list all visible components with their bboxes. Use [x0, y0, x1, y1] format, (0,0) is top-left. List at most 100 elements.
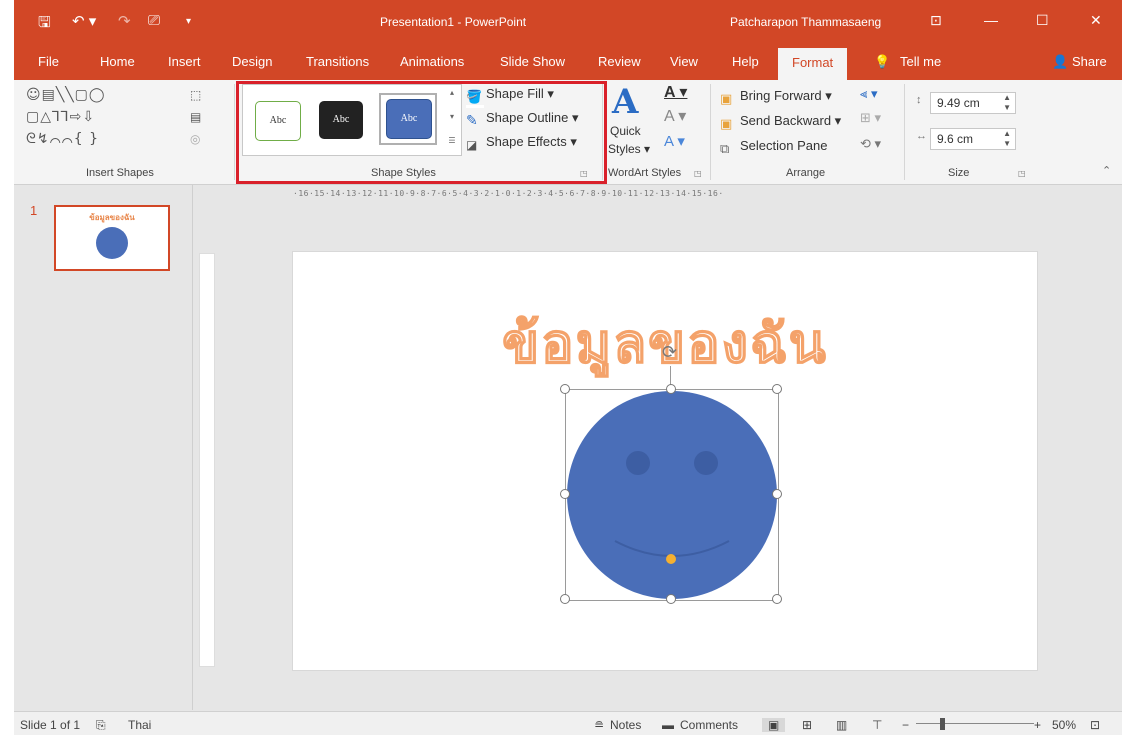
tab-slide-show[interactable]: Slide Show [498, 54, 567, 69]
send-backward-button[interactable]: ▣ Send Backward ▾ [720, 113, 841, 132]
quick-styles-label-1[interactable]: Quick [610, 124, 641, 138]
merge-shapes-icon[interactable]: ◎ [190, 128, 201, 150]
wordart-a-icon[interactable]: A [612, 82, 638, 122]
resize-handle-n[interactable] [666, 384, 676, 394]
group-divider [234, 84, 235, 180]
slideshow-view-icon[interactable]: ⊤ [872, 718, 882, 732]
zoom-level[interactable]: 50% [1052, 718, 1076, 732]
style-thumb-outline-green[interactable]: Abc [255, 101, 301, 141]
present-icon[interactable]: ⎚ [148, 12, 160, 29]
close-icon[interactable]: ✕ [1090, 12, 1102, 29]
spell-check-icon[interactable]: ⎘ [96, 718, 106, 733]
gallery-more-icon[interactable]: ☰ [446, 136, 458, 145]
shapes-gallery-row-3[interactable]: ᘓ↯⌒⌒{ } [26, 128, 99, 150]
selection-pane-button[interactable]: ⧉ Selection Pane [720, 138, 827, 157]
redo-icon[interactable]: ↷ [118, 12, 131, 30]
ribbon: ☺▤╲╲▢◯ ▢△⅂⅂⇨⇩ ᘓ↯⌒⌒{ } ⬚ ▤ ◎ Insert Shape… [14, 80, 1122, 185]
text-outline-icon[interactable]: A ▾ [664, 106, 686, 126]
save-icon[interactable]: 🖫 [38, 12, 51, 37]
resize-handle-sw[interactable] [560, 594, 570, 604]
group-icon[interactable]: ⊞ ▾ [860, 110, 881, 126]
slide-editor: ·16·15·14·13·12·11·10·9·8·7·6·5·4·3·2·1·… [193, 185, 1122, 710]
language-indicator[interactable]: Thai [128, 718, 151, 732]
align-icon[interactable]: ⫷ ▾ [860, 86, 877, 102]
rotate-icon[interactable]: ⟲ ▾ [860, 136, 881, 152]
slide-thumbnail[interactable]: ข้อมูลของฉัน [54, 205, 170, 271]
undo-icon[interactable]: ↶ ▾ [72, 12, 96, 30]
height-spinner-icon[interactable]: ▲ ▼ [1003, 93, 1011, 113]
lightbulb-icon: 💡 [874, 54, 891, 69]
wordart-styles-label: WordArt Styles [608, 167, 682, 179]
slide-sorter-icon[interactable]: ⊞ [802, 718, 812, 732]
gallery-down-icon[interactable]: ▾ [446, 112, 458, 121]
person-icon: 👤 [1052, 54, 1069, 69]
shapes-gallery-row-2[interactable]: ▢△⅂⅂⇨⇩ [26, 106, 95, 128]
text-box-icon[interactable]: ▤ [190, 106, 202, 128]
ribbon-display-icon[interactable]: ⊡ [930, 12, 942, 29]
resize-handle-w[interactable] [560, 489, 570, 499]
tab-help[interactable]: Help [730, 54, 761, 69]
share-button[interactable]: Share [1070, 54, 1109, 69]
tab-home[interactable]: Home [98, 54, 137, 69]
resize-handle-se[interactable] [772, 594, 782, 604]
slide-counter[interactable]: Slide 1 of 1 [20, 718, 80, 732]
zoom-slider-thumb[interactable] [940, 718, 945, 730]
resize-handle-e[interactable] [772, 489, 782, 499]
shape-width-input[interactable]: 9.6 cm ▲ ▼ [930, 128, 1016, 150]
shape-styles-launcher-icon[interactable]: ◳ [580, 169, 588, 178]
size-launcher-icon[interactable]: ◳ [1018, 169, 1026, 178]
resize-handle-nw[interactable] [560, 384, 570, 394]
zoom-out-icon[interactable]: − [902, 718, 909, 732]
edit-shape-icon[interactable]: ⬚ [190, 84, 202, 106]
text-fill-icon[interactable]: A ▾ [664, 82, 687, 102]
notes-button[interactable]: Notes [610, 718, 641, 732]
tab-insert[interactable]: Insert [166, 54, 203, 69]
shape-width-value: 9.6 cm [937, 132, 974, 146]
resize-handle-ne[interactable] [772, 384, 782, 394]
style-thumb-blue[interactable]: Abc [386, 99, 432, 139]
width-spinner-icon[interactable]: ▲ ▼ [1003, 129, 1011, 149]
shape-effects-button[interactable]: ◪ Shape Effects ▾ [466, 134, 577, 154]
fit-slide-icon[interactable]: ⊡ [1090, 718, 1100, 732]
tab-transitions[interactable]: Transitions [304, 54, 371, 69]
title-bar: 🖫 ↶ ▾ ↷ ⎚ ▾ Presentation1 - PowerPoint P… [14, 0, 1122, 48]
shape-outline-button[interactable]: ✎ Shape Outline ▾ [466, 110, 579, 128]
smiley-face-shape[interactable] [565, 389, 779, 601]
arrange-label: Arrange [786, 167, 826, 179]
maximize-icon[interactable]: ☐ [1036, 12, 1049, 29]
tab-review[interactable]: Review [596, 54, 643, 69]
tab-format[interactable]: Format [778, 48, 848, 80]
status-bar: Slide 1 of 1 ⎘ Thai ≘ Notes ▬ Comments ▣… [14, 711, 1122, 735]
minimize-icon[interactable]: — [984, 12, 998, 28]
style-thumb-black[interactable]: Abc [319, 101, 363, 139]
wordart-launcher-icon[interactable]: ◳ [694, 169, 702, 178]
zoom-slider-track[interactable] [916, 723, 1034, 724]
collapse-ribbon-icon[interactable]: ⌃ [1102, 164, 1111, 177]
shape-fill-button[interactable]: 🪣 Shape Fill ▾ [466, 86, 554, 108]
shape-height-input[interactable]: 9.49 cm ▲ ▼ [930, 92, 1016, 114]
rotate-handle-icon[interactable]: ⟳ [662, 342, 677, 363]
tab-design[interactable]: Design [230, 54, 274, 69]
comments-button[interactable]: Comments [680, 718, 738, 732]
group-divider [904, 84, 905, 180]
slide-canvas[interactable]: ข้อมูลของฉัน ⟳ [292, 251, 1038, 671]
send-backward-icon: ▣ [720, 116, 733, 131]
adjustment-handle[interactable] [666, 554, 676, 564]
quick-styles-button[interactable]: Styles ▾ [608, 142, 650, 156]
user-name[interactable]: Patcharapon Thammasaeng [730, 15, 881, 29]
shape-styles-gallery: Abc Abc Abc [242, 84, 462, 156]
customize-qat-icon[interactable]: ▾ [186, 16, 191, 27]
tab-view[interactable]: View [668, 54, 700, 69]
slide-number: 1 [30, 203, 38, 218]
tab-animations[interactable]: Animations [398, 54, 466, 69]
reading-view-icon[interactable]: ▥ [836, 718, 847, 732]
shapes-gallery-row-1[interactable]: ☺▤╲╲▢◯ [26, 84, 106, 106]
normal-view-icon[interactable]: ▣ [762, 718, 786, 732]
bring-forward-button[interactable]: ▣ Bring Forward ▾ [720, 88, 832, 107]
tab-file[interactable]: File [36, 54, 61, 69]
gallery-up-icon[interactable]: ▴ [446, 88, 458, 97]
tell-me-box[interactable]: Tell me [898, 54, 943, 69]
resize-handle-s[interactable] [666, 594, 676, 604]
zoom-in-icon[interactable]: + [1034, 718, 1041, 732]
text-effects-icon[interactable]: A ▾ [664, 132, 685, 150]
